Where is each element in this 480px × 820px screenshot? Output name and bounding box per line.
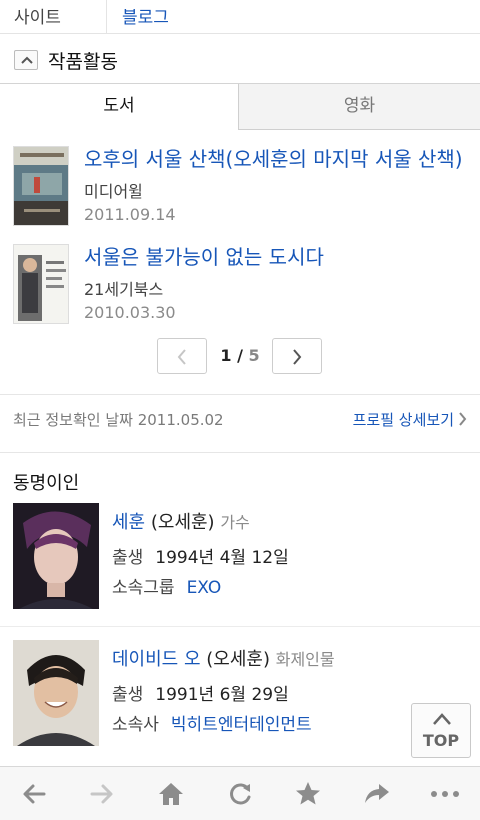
home-icon bbox=[159, 783, 183, 805]
site-blog-link[interactable]: 블로그 bbox=[122, 3, 169, 28]
person-role: 가수 bbox=[220, 513, 250, 532]
back-icon bbox=[23, 784, 46, 804]
bookmark-button[interactable] bbox=[294, 781, 322, 807]
person-real-name: (오세훈) bbox=[150, 512, 215, 533]
agency-label: 소속사 bbox=[112, 715, 159, 735]
more-icon bbox=[431, 791, 459, 797]
prev-page-button[interactable] bbox=[157, 338, 207, 374]
person-birth: 출생 1991년 6월 29일 bbox=[112, 680, 289, 705]
book-title[interactable]: 서울은 불가능이 없는 도시다 bbox=[84, 241, 470, 270]
reload-button[interactable] bbox=[226, 781, 254, 807]
scroll-top-button[interactable]: TOP bbox=[411, 703, 471, 758]
book-publisher: 미디어윌 bbox=[84, 182, 143, 201]
book-item[interactable]: 서울은 불가능이 없는 도시다 21세기북스 2010.03.30 bbox=[0, 244, 480, 342]
chevron-right-icon bbox=[293, 349, 302, 365]
person-real-name: (오세훈) bbox=[206, 649, 270, 670]
birth-label: 출생 bbox=[112, 685, 144, 705]
chevron-up-icon bbox=[21, 56, 33, 64]
star-icon bbox=[296, 782, 320, 805]
top-label: TOP bbox=[422, 731, 460, 750]
person-agency: 소속사 빅히트엔터테인먼트 bbox=[112, 710, 312, 735]
works-tabs: 도서 영화 bbox=[0, 84, 480, 130]
page-slash: / bbox=[231, 346, 249, 365]
person-photo[interactable] bbox=[13, 503, 99, 609]
works-section-header[interactable]: 작품활동 bbox=[0, 34, 480, 84]
divider bbox=[0, 626, 480, 627]
birth-value: 1991년 6월 29일 bbox=[155, 685, 289, 705]
browser-toolbar bbox=[0, 766, 480, 820]
page-total: 5 bbox=[248, 346, 260, 365]
namesake-title: 동명이인 bbox=[13, 473, 80, 494]
birth-value: 1994년 4월 12일 bbox=[155, 548, 289, 568]
profile-detail-label: 프로필 상세보기 bbox=[352, 411, 454, 429]
chevron-right-icon bbox=[459, 412, 467, 426]
person-photo[interactable] bbox=[13, 640, 99, 746]
home-button[interactable] bbox=[157, 781, 185, 807]
person-heading: 세훈 (오세훈) 가수 bbox=[112, 508, 250, 534]
divider bbox=[106, 0, 107, 34]
tab-books[interactable]: 도서 bbox=[0, 84, 239, 130]
book-title[interactable]: 오후의 서울 산책(오세훈의 마지막 서울 산책) bbox=[84, 143, 470, 172]
page-indicator: 1 / 5 bbox=[212, 346, 268, 365]
info-row: 최근 정보확인 날짜 2011.05.02 프로필 상세보기 bbox=[0, 395, 480, 453]
page-current: 1 bbox=[220, 346, 232, 365]
next-page-button[interactable] bbox=[272, 338, 322, 374]
book-item[interactable]: 오후의 서울 산책(오세훈의 마지막 서울 산책) 미디어윌 2011.09.1… bbox=[0, 146, 480, 244]
person-name-link[interactable]: 데이비드 오 bbox=[112, 649, 201, 670]
more-button[interactable] bbox=[430, 781, 459, 807]
person-name-link[interactable]: 세훈 bbox=[112, 512, 145, 533]
forward-icon bbox=[90, 784, 113, 804]
person-birth: 출생 1994년 4월 12일 bbox=[112, 543, 289, 568]
last-checked-date: 최근 정보확인 날짜 2011.05.02 bbox=[13, 411, 224, 429]
birth-label: 출생 bbox=[112, 548, 144, 568]
profile-detail-link[interactable]: 프로필 상세보기 bbox=[353, 409, 467, 430]
group-link[interactable]: EXO bbox=[187, 578, 222, 598]
book-publisher: 21세기북스 bbox=[84, 280, 164, 299]
forward-button[interactable] bbox=[88, 781, 116, 807]
chevron-up-icon bbox=[433, 713, 451, 725]
back-button[interactable] bbox=[20, 781, 48, 807]
works-title: 작품활동 bbox=[48, 51, 118, 73]
tab-movies[interactable]: 영화 bbox=[239, 84, 480, 130]
book-cover[interactable] bbox=[13, 146, 69, 226]
site-label: 사이트 bbox=[14, 8, 61, 28]
reload-icon bbox=[230, 783, 251, 805]
person-heading: 데이비드 오 (오세훈) 화제인물 bbox=[112, 645, 335, 671]
collapse-toggle[interactable] bbox=[14, 50, 38, 70]
share-icon bbox=[365, 784, 389, 803]
chevron-left-icon bbox=[177, 349, 186, 365]
site-row: 사이트 블로그 bbox=[0, 0, 480, 34]
pagination: 1 / 5 bbox=[0, 338, 480, 376]
group-label: 소속그룹 bbox=[112, 578, 175, 598]
book-date: 2011.09.14 bbox=[84, 205, 176, 224]
person-role: 화제인물 bbox=[275, 650, 335, 669]
agency-link[interactable]: 빅히트엔터테인먼트 bbox=[171, 715, 312, 735]
book-cover[interactable] bbox=[13, 244, 69, 324]
person-group: 소속그룹 EXO bbox=[112, 573, 221, 598]
book-date: 2010.03.30 bbox=[84, 303, 176, 322]
share-button[interactable] bbox=[363, 781, 391, 807]
